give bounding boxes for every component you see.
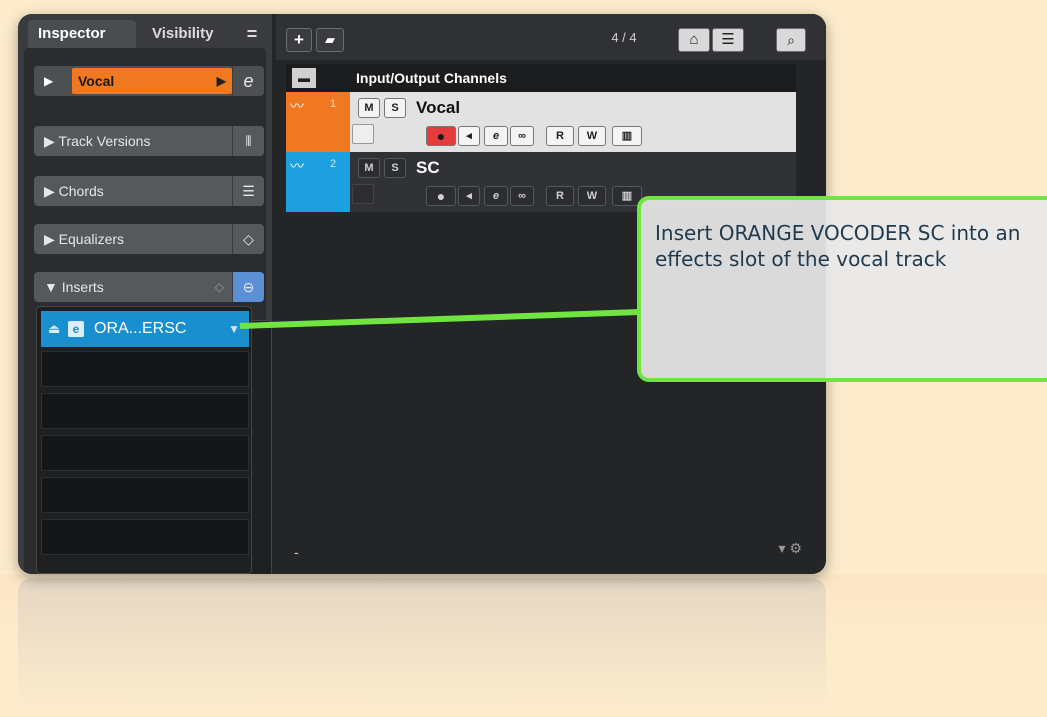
section-equalizers[interactable]: ▶ Equalizers ◇	[34, 224, 264, 254]
io-folder-track[interactable]: ▬ Input/Output Channels	[286, 64, 796, 92]
track-number: 1	[330, 98, 337, 110]
home-icon[interactable]: ⌂	[678, 28, 710, 52]
record-button[interactable]: ●	[426, 126, 456, 146]
inspector-tabs: Inspector Visibility =	[18, 14, 272, 48]
add-track-button[interactable]: +	[286, 28, 312, 52]
track-name[interactable]: Vocal	[416, 98, 460, 118]
callout-text: Insert ORANGE VOCODER SC into an effects…	[655, 221, 1021, 271]
instruction-callout: Insert ORANGE VOCODER SC into an effects…	[637, 196, 1047, 382]
track-select-box[interactable]	[352, 184, 374, 204]
arrow-right-icon: ▶	[216, 74, 226, 88]
io-folder-label: Input/Output Channels	[356, 70, 507, 86]
plugin-name: ORA...ERSC	[94, 320, 187, 337]
inserts-icon[interactable]: ⊖	[232, 272, 264, 302]
write-button[interactable]: W	[578, 126, 606, 146]
audio-waveform-icon: 〰	[290, 158, 304, 174]
read-button[interactable]: R	[546, 126, 574, 146]
track-count: 4 / 4	[611, 30, 637, 45]
track-toolbar: + ▰ 4 / 4 ⌂ ☰ ⌕	[276, 14, 826, 60]
link-icon[interactable]: ∞	[510, 126, 534, 146]
insert-slot-list: ⏏ e ORA...ERSC ▼	[36, 306, 252, 574]
section-label: ▶ Equalizers	[44, 231, 125, 247]
link-icon[interactable]: ∞	[510, 186, 534, 206]
section-chords[interactable]: ▶ Chords ☰	[34, 176, 264, 206]
track-name-label: Vocal	[78, 73, 115, 89]
write-button[interactable]: W	[578, 186, 606, 206]
eq-icon[interactable]: ◇	[232, 224, 264, 254]
window-reflection	[18, 578, 826, 713]
inspector-track-row[interactable]: ▶ Vocal ▶ e	[34, 66, 264, 96]
mute-button[interactable]: M	[358, 98, 380, 118]
solo-button[interactable]: S	[384, 98, 406, 118]
tab-visibility[interactable]: Visibility	[142, 20, 232, 48]
section-track-versions[interactable]: ▶ Track Versions ⫴	[34, 126, 264, 156]
section-label: ▶ Chords	[44, 183, 104, 199]
plugin-logo-icon: e	[68, 321, 84, 337]
folder-icon: ▬	[292, 68, 316, 88]
power-icon[interactable]: ⏏	[48, 312, 60, 346]
read-button[interactable]: R	[546, 186, 574, 206]
audio-waveform-icon: 〰	[290, 98, 304, 114]
mute-button[interactable]: M	[358, 158, 380, 178]
tab-inspector[interactable]: Inspector	[28, 20, 136, 48]
section-label: ▼ Inserts	[44, 279, 104, 295]
tab-menu-icon[interactable]: =	[240, 20, 264, 48]
inspector-track-name[interactable]: Vocal ▶	[72, 68, 232, 94]
edit-channel-icon[interactable]: e	[484, 126, 508, 146]
chevron-down-icon[interactable]: ▼	[228, 312, 240, 346]
insert-slot-6[interactable]	[41, 519, 249, 555]
track-color-strip: 〰 2	[286, 152, 350, 212]
section-inserts[interactable]: ▼ Inserts ◇ ⊖	[34, 272, 264, 302]
folder-icon[interactable]: ▰	[316, 28, 344, 52]
insert-slot-5[interactable]	[41, 477, 249, 513]
track-color-strip: 〰 1	[286, 92, 350, 152]
monitor-icon[interactable]: ◂	[458, 126, 480, 146]
monitor-icon[interactable]: ◂	[458, 186, 480, 206]
bottom-dash: -	[294, 544, 299, 560]
track-select-box[interactable]	[352, 124, 374, 144]
expand-icon[interactable]: ▶	[44, 66, 53, 96]
insert-slot-2[interactable]	[41, 351, 249, 387]
track-name[interactable]: SC	[416, 158, 440, 178]
chords-icon[interactable]: ☰	[232, 176, 264, 206]
insert-slot-4[interactable]	[41, 435, 249, 471]
record-button[interactable]: ●	[426, 186, 456, 206]
bypass-icon[interactable]: ◇	[215, 272, 224, 302]
search-icon[interactable]: ⌕	[776, 28, 806, 52]
section-label: ▶ Track Versions	[44, 133, 151, 149]
lanes-icon[interactable]: ▥	[612, 126, 642, 146]
edit-channel-icon[interactable]: e	[232, 66, 264, 96]
insert-slot-3[interactable]	[41, 393, 249, 429]
track-number: 2	[330, 158, 337, 170]
list-icon[interactable]: ☰	[712, 28, 744, 52]
insert-slot-1[interactable]: ⏏ e ORA...ERSC ▼	[41, 311, 249, 347]
versions-icon[interactable]: ⫴	[232, 126, 264, 156]
settings-gear-icon[interactable]: ▾ ⚙	[779, 540, 802, 557]
track-row-vocal[interactable]: 〰 1 M S Vocal ● ◂ e ∞ R W ▥	[286, 92, 796, 152]
solo-button[interactable]: S	[384, 158, 406, 178]
edit-channel-icon[interactable]: e	[484, 186, 508, 206]
